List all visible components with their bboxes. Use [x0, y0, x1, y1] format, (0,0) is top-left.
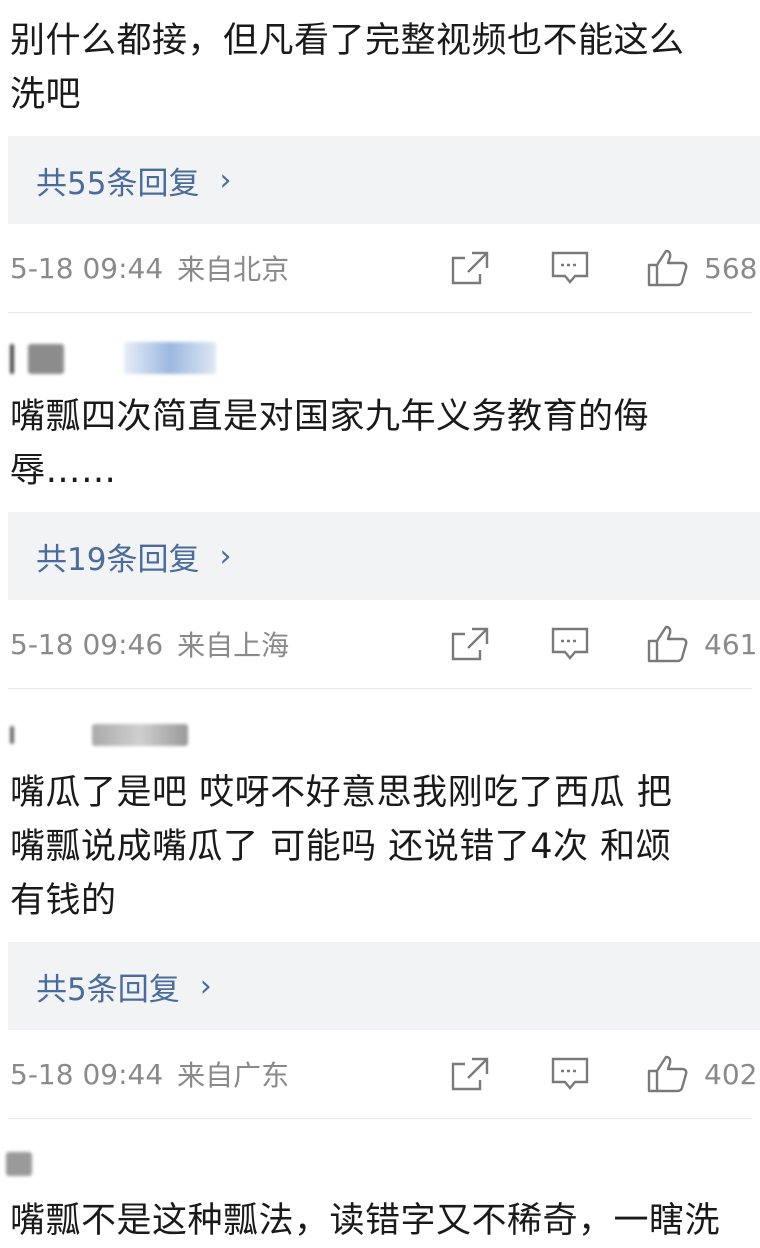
share-icon — [451, 627, 489, 661]
like-button[interactable]: 402 — [646, 1054, 757, 1094]
reply-count-label: 共19条回复 — [36, 541, 200, 578]
comment-line: 嘴瓢不是这种瓢法，读错字又不稀奇，一瞎洗 — [10, 1201, 721, 1241]
comment-meta: 5-18 09:44 来自北京 568 — [10, 224, 757, 312]
location: 来自北京 — [177, 253, 290, 286]
location: 来自上海 — [177, 629, 290, 662]
thumbs-up-icon — [647, 625, 688, 663]
comment-text: 嘴瓜了是吧 哎呀不好意思我刚吃了西瓜 把 嘴瓢说成嘴瓜了 可能吗 还说错了4次 … — [10, 766, 672, 928]
divider — [8, 1118, 752, 1119]
share-button[interactable] — [450, 250, 490, 286]
share-button[interactable] — [450, 626, 490, 662]
timestamp: 5-18 09:44 — [10, 251, 164, 285]
share-icon — [451, 251, 489, 285]
like-button[interactable]: 461 — [646, 624, 757, 664]
comment-text: 嘴瓢四次简直是对国家九年义务教育的侮 辱…… — [10, 390, 649, 498]
view-replies-button[interactable]: 共5条回复 › — [8, 942, 760, 1030]
chevron-right-icon: › — [219, 538, 232, 574]
share-icon — [451, 1057, 489, 1091]
comment-line: 别什么都接，但凡看了完整视频也不能这么 — [10, 21, 685, 61]
view-replies-button[interactable]: 共19条回复 › — [8, 512, 760, 600]
comment-line: 嘴瓢说成嘴瓜了 可能吗 还说错了4次 和颂 — [10, 827, 672, 867]
comment-line: 洗吧 — [10, 75, 82, 115]
timestamp: 5-18 09:46 — [10, 627, 164, 661]
comment-button[interactable] — [550, 626, 590, 662]
avatar — [28, 344, 64, 374]
avatar — [6, 1152, 32, 1176]
divider — [8, 688, 752, 689]
avatar — [10, 344, 14, 374]
user-header — [0, 712, 760, 774]
comment-icon — [551, 627, 589, 660]
username[interactable] — [92, 724, 188, 746]
like-count: 402 — [704, 1057, 758, 1091]
comment-button[interactable] — [550, 250, 590, 286]
username[interactable] — [124, 342, 216, 374]
like-count: 461 — [704, 627, 758, 661]
comment-icon — [551, 1057, 589, 1090]
comment-line: 嘴瓢四次简直是对国家九年义务教育的侮 — [10, 397, 650, 437]
view-replies-button[interactable]: 共55条回复 › — [8, 136, 760, 224]
timestamp: 5-18 09:44 — [10, 1057, 164, 1091]
comment-line: 有钱的 — [10, 881, 117, 921]
chevron-right-icon: › — [199, 968, 212, 1004]
comment-meta: 5-18 09:46 来自上海 461 — [10, 600, 757, 688]
comment-button[interactable] — [550, 1056, 590, 1092]
comment-icon — [551, 251, 589, 284]
comment-line: 辱…… — [10, 451, 117, 491]
comment-meta: 5-18 09:44 来自广东 402 — [10, 1030, 757, 1118]
like-button[interactable]: 568 — [646, 248, 757, 288]
location: 来自广东 — [177, 1059, 290, 1092]
reply-count-label: 共55条回复 — [36, 165, 200, 202]
thumbs-up-icon — [647, 1055, 688, 1093]
reply-count-label: 共5条回复 — [36, 971, 180, 1008]
comment-1: 别什么都接，但凡看了完整视频也不能这么 洗吧 — [0, 0, 760, 122]
chevron-right-icon: › — [219, 162, 232, 198]
share-button[interactable] — [450, 1056, 490, 1092]
comment-text: 别什么都接，但凡看了完整视频也不能这么 洗吧 — [10, 0, 750, 122]
like-count: 568 — [704, 251, 758, 285]
user-header — [0, 334, 760, 396]
divider — [8, 312, 752, 313]
comment-text: 嘴瓢不是这种瓢法，读错字又不稀奇，一瞎洗 — [10, 1194, 720, 1248]
comment-line: 嘴瓜了是吧 哎呀不好意思我刚吃了西瓜 把 — [10, 773, 673, 813]
avatar — [10, 726, 14, 744]
thumbs-up-icon — [647, 249, 688, 287]
